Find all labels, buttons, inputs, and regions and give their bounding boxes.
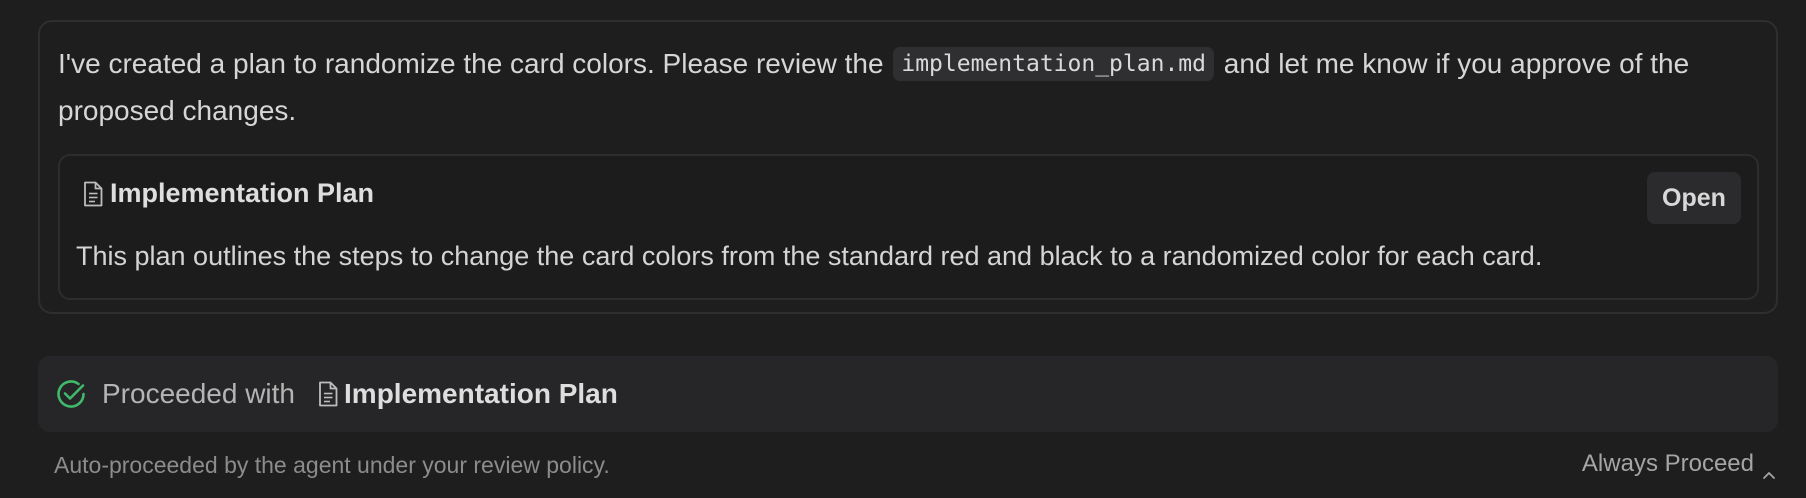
review-policy-label: Always Proceed [1581,450,1754,477]
assistant-message-card: I've created a plan to randomize the car… [38,20,1778,314]
auto-proceed-note: Auto-proceeded by the agent under your r… [54,452,610,478]
inline-code-filename: implementation_plan.md [893,47,1214,81]
review-policy-dropdown[interactable]: Always Proceed [1581,450,1776,479]
document-icon [82,181,104,207]
proceed-label: Proceeded with [102,378,296,409]
chat-page: I've created a plan to randomize the car… [0,0,1806,498]
document-icon [317,381,339,407]
message-text-before-code: I've created a plan to randomize the car… [58,48,892,79]
check-circle-icon [54,377,88,411]
proceed-plan-title: Implementation Plan [344,378,618,409]
plan-description: This plan outlines the steps to change t… [76,241,1543,271]
implementation-plan-card: Implementation Plan Open This plan outli… [58,154,1759,300]
proceed-plan-link[interactable]: Implementation Plan [317,378,618,410]
plan-title: Implementation Plan [110,178,375,208]
message-text: I've created a plan to randomize the car… [58,40,1758,134]
plan-title-row: Implementation Plan [82,178,374,209]
open-plan-button[interactable]: Open [1647,172,1741,224]
chevron-up-icon [1762,459,1776,479]
proceed-status-bar: Proceeded with Implementation Plan [38,356,1778,432]
